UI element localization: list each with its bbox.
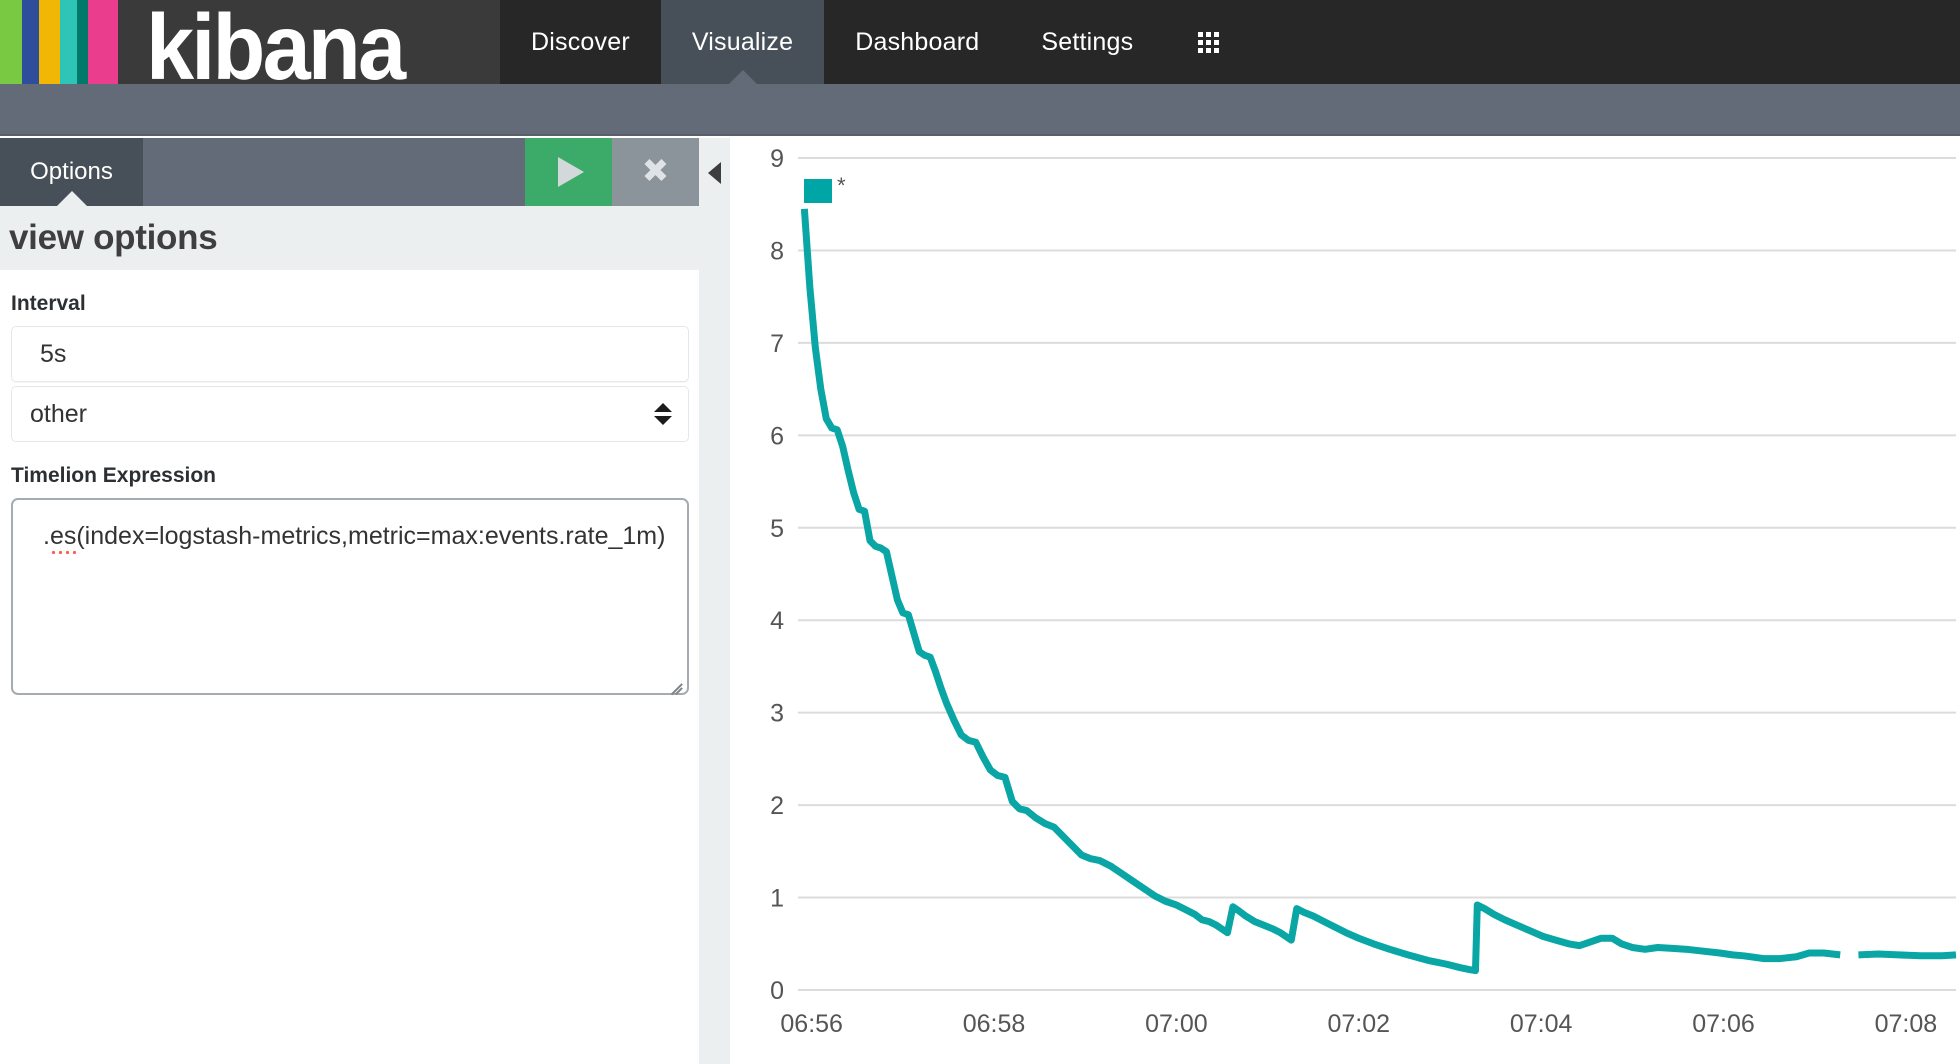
app-switcher-button[interactable] bbox=[1164, 0, 1253, 84]
x-axis-tick-07:00: 07:00 bbox=[1145, 1010, 1208, 1038]
y-axis-tick-6: 6 bbox=[770, 422, 784, 450]
nav-item-visualize-label: Visualize bbox=[692, 28, 793, 57]
kibana-logo-text: kibana bbox=[146, 9, 403, 85]
y-axis-tick-8: 8 bbox=[770, 237, 784, 265]
legend-label-series-1: * bbox=[837, 179, 846, 193]
nav-item-settings-label: Settings bbox=[1041, 28, 1133, 57]
expression-misspelled-token: es bbox=[50, 522, 76, 550]
chart-legend[interactable]: * bbox=[804, 179, 846, 203]
interval-select[interactable] bbox=[11, 386, 689, 442]
nav-item-settings[interactable]: Settings bbox=[1010, 0, 1164, 84]
y-axis-tick-1: 1 bbox=[770, 885, 784, 913]
y-axis-tick-9: 9 bbox=[770, 145, 784, 173]
y-axis-tick-2: 2 bbox=[770, 792, 784, 820]
logo-bar-3 bbox=[39, 0, 60, 84]
x-axis-tick-06:56: 06:56 bbox=[780, 1010, 843, 1038]
logo-bar-1 bbox=[0, 0, 22, 84]
y-axis-tick-4: 4 bbox=[770, 607, 784, 635]
run-expression-button[interactable] bbox=[525, 138, 612, 206]
close-icon: ✖ bbox=[642, 154, 670, 187]
secondary-toolbar bbox=[0, 84, 1960, 136]
timelion-expression-input[interactable]: .es(index=logstash-metrics,metric=max:ev… bbox=[11, 498, 689, 695]
page-title: view options bbox=[9, 218, 217, 258]
logo-bar-2 bbox=[22, 0, 39, 84]
nav-item-discover[interactable]: Discover bbox=[500, 0, 661, 84]
series-line-1-seg-1 bbox=[804, 209, 1840, 971]
panel-title-bar: view options bbox=[0, 206, 699, 270]
interval-label: Interval bbox=[11, 292, 688, 316]
expression-label: Timelion Expression bbox=[11, 464, 688, 488]
expression-wrap: .es(index=logstash-metrics,metric=max:ev… bbox=[11, 498, 689, 695]
collapse-sidebar-button[interactable] bbox=[699, 138, 730, 1064]
options-tabbar: Options ✖ bbox=[0, 138, 699, 206]
tabbar-gap bbox=[143, 138, 525, 206]
x-axis-tick-06:58: 06:58 bbox=[963, 1010, 1026, 1038]
close-panel-button[interactable]: ✖ bbox=[612, 138, 699, 206]
logo-bar-6 bbox=[88, 0, 118, 84]
kibana-logo[interactable]: kibana bbox=[118, 0, 500, 84]
x-axis-tick-07:04: 07:04 bbox=[1510, 1010, 1573, 1038]
nav-item-discover-label: Discover bbox=[531, 28, 630, 57]
interval-select-wrap bbox=[11, 386, 689, 442]
app-switcher-grid-icon bbox=[1198, 32, 1219, 53]
series-line-1-seg-2 bbox=[1858, 954, 1956, 956]
options-panel: Options ✖ view options Interval Timelion… bbox=[0, 138, 699, 1064]
timelion-line-chart[interactable]: 0 1 2 3 4 5 6 7 8 9 06:56 06:58 07:00 07:02 07:04 07:06… bbox=[730, 138, 1960, 1064]
interval-input[interactable] bbox=[11, 326, 689, 382]
play-icon bbox=[558, 157, 584, 187]
chevron-left-icon bbox=[708, 162, 721, 184]
kibana-logo-bars bbox=[0, 0, 118, 84]
expression-dot: . bbox=[43, 522, 50, 550]
x-axis-tick-07:02: 07:02 bbox=[1327, 1010, 1390, 1038]
x-axis-tick-07:06: 07:06 bbox=[1692, 1010, 1755, 1038]
y-axis-tick-3: 3 bbox=[770, 700, 784, 728]
tab-options[interactable]: Options bbox=[0, 138, 143, 206]
logo-bar-5 bbox=[77, 0, 88, 84]
tab-options-label: Options bbox=[30, 158, 113, 186]
options-form: Interval Timelion Expression .es(index=l… bbox=[0, 270, 699, 695]
nav-items: Discover Visualize Dashboard Settings bbox=[500, 0, 1253, 84]
legend-swatch-series-1 bbox=[804, 179, 832, 203]
chart-panel: 0 1 2 3 4 5 6 7 8 9 06:56 06:58 07:00 07:02 07:04 07:06… bbox=[699, 138, 1960, 1064]
nav-item-dashboard-label: Dashboard bbox=[855, 28, 979, 57]
x-axis-tick-07:08: 07:08 bbox=[1875, 1010, 1938, 1038]
y-axis-tick-5: 5 bbox=[770, 515, 784, 543]
navbar-filler bbox=[1253, 0, 1960, 84]
logo-bar-4 bbox=[60, 0, 77, 84]
expression-body: (index=logstash-metrics,metric=max:event… bbox=[76, 522, 665, 550]
nav-item-visualize[interactable]: Visualize bbox=[661, 0, 824, 84]
nav-item-dashboard[interactable]: Dashboard bbox=[824, 0, 1010, 84]
y-axis-tick-0: 0 bbox=[770, 977, 784, 1005]
plot-host[interactable]: 0 1 2 3 4 5 6 7 8 9 06:56 06:58 07:00 07:02 07:04 07:06… bbox=[730, 138, 1960, 1064]
top-navbar: kibana Discover Visualize Dashboard Sett… bbox=[0, 0, 1960, 84]
y-axis-tick-7: 7 bbox=[770, 330, 784, 358]
